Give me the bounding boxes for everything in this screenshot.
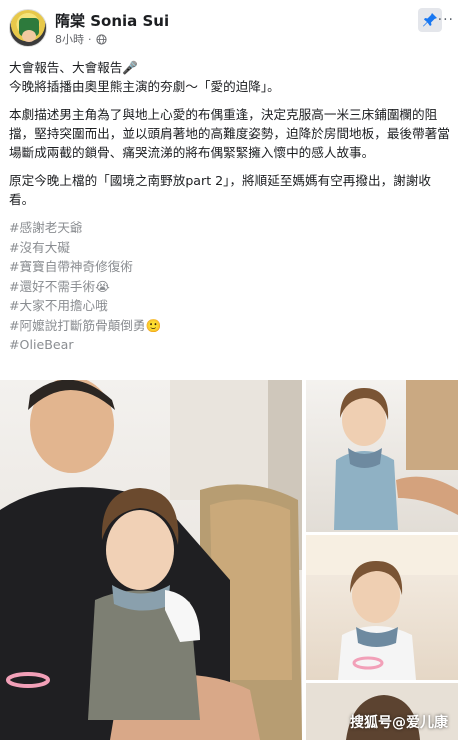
hashtag-link[interactable]: #沒有大礙 <box>9 238 453 258</box>
hashtag-link[interactable]: #還好不需手術😭 <box>9 277 453 297</box>
photo-grid: 搜狐号@爱儿康 <box>0 380 458 740</box>
photo-thumbnail-2[interactable] <box>306 535 458 680</box>
hashtag-link[interactable]: #OlieBear <box>9 335 453 355</box>
photo-main-illustration <box>0 380 302 740</box>
meta-separator: · <box>88 32 92 46</box>
hashtag-link[interactable]: #寶寶自帶神奇修復術 <box>9 257 453 277</box>
globe-icon <box>95 33 107 45</box>
avatar-face <box>22 30 36 42</box>
author-name[interactable]: 隋棠 Sonia Sui <box>55 10 169 31</box>
hashtag-link[interactable]: #阿嬤說打斷筋骨顛倒勇🙂 <box>9 316 453 336</box>
post-line-announcement: 大會報告、大會報告🎤 <box>9 60 139 75</box>
post-line-story: 本劇描述男主角為了與地上心愛的布偶重逢，決定克服高一米三床鋪圍欄的阻擋，堅持突圍… <box>9 107 450 160</box>
pin-icon <box>423 13 437 27</box>
photo-thumbnail-1-illustration <box>334 380 458 530</box>
avatar[interactable] <box>9 9 47 47</box>
more-icon[interactable]: ··· <box>438 12 454 28</box>
photo-thumbnail-3[interactable]: 搜狐号@爱儿康 <box>306 683 458 740</box>
post-line-intro: 今晚將插播由奧里熊主演的夯劇～「愛的迫降」。 <box>9 79 280 94</box>
post-line-schedule: 原定今晚上檔的「國境之南野放part 2」，將順延至媽媽有空再撥出，謝謝收看。 <box>9 173 431 207</box>
post-time[interactable]: 8小時 <box>55 31 84 47</box>
post-header: 隋棠 Sonia Sui 8小時 · ··· <box>0 0 458 52</box>
watermark: 搜狐号@爱儿康 <box>350 715 448 731</box>
photo-thumbnail-1[interactable] <box>306 380 458 532</box>
hashtag-link[interactable]: #感謝老天爺 <box>9 218 453 238</box>
post-meta: 8小時 · <box>55 31 107 47</box>
photo-main[interactable] <box>0 380 302 740</box>
photo-thumbnail-2-illustration <box>306 535 458 680</box>
hashtag-link[interactable]: #大家不用擔心哦 <box>9 296 453 316</box>
post-body: 大會報告、大會報告🎤 今晚將插播由奧里熊主演的夯劇～「愛的迫降」。 本劇描述男主… <box>9 58 453 355</box>
